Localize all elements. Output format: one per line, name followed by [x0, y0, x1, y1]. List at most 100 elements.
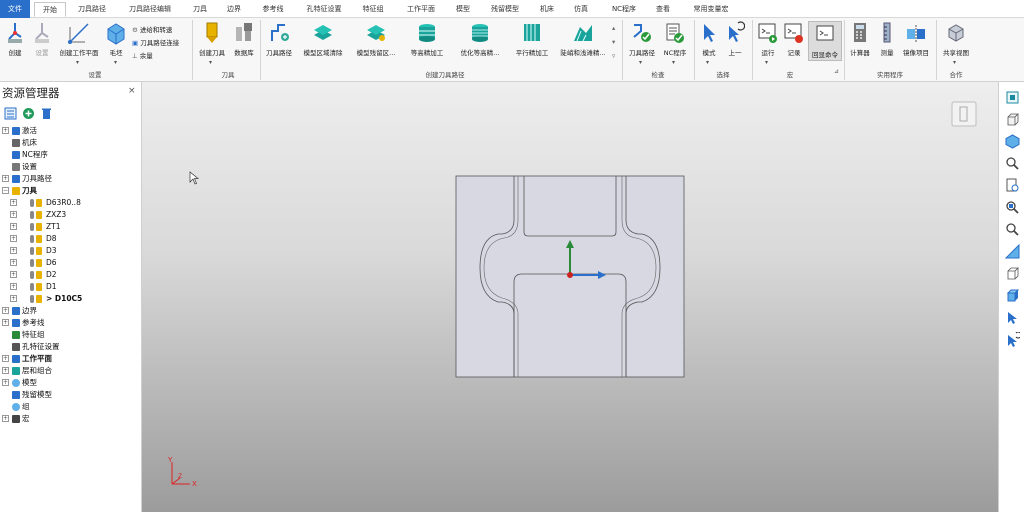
tree-expand-toggle[interactable]: + — [10, 295, 17, 302]
steep-shallow-button[interactable]: 陡峭和浅滩精... — [556, 21, 610, 57]
tree-item-tool[interactable]: + D6 — [0, 257, 138, 269]
share-view-button[interactable]: 共享视图 — [940, 21, 972, 57]
tab-toolpath-edit[interactable]: 刀具路径编辑 — [122, 2, 178, 17]
tree-expand-toggle[interactable]: − — [2, 187, 9, 194]
raster-finishing-button[interactable]: 平行精加工 — [510, 21, 554, 57]
graphics-viewport[interactable]: Y X Z — [142, 82, 998, 512]
check-toolpath-dropdown[interactable]: ▾ — [639, 59, 642, 66]
tree-expand-toggle[interactable]: + — [10, 283, 17, 290]
tab-reference-lines[interactable]: 参考线 — [256, 2, 290, 17]
check-nc-program-button[interactable]: NC程序 — [660, 21, 690, 57]
zoom-page-icon[interactable] — [1005, 178, 1020, 193]
tree-expand-toggle[interactable]: + — [2, 127, 9, 134]
tree-item-model[interactable]: + 模型 — [0, 377, 138, 389]
toolpath-connections-button[interactable]: ▣ 刀具路径连接 — [132, 37, 179, 47]
view-iso-shaded-icon[interactable] — [1005, 244, 1020, 259]
view-iso-icon[interactable] — [1005, 90, 1020, 105]
macro-run-dropdown[interactable]: ▾ — [765, 59, 768, 66]
tab-feature-group[interactable]: 特征组 — [356, 2, 390, 17]
tree-item-tool[interactable]: + D1 — [0, 281, 138, 293]
allowance-button[interactable]: ⊥ 余量 — [132, 50, 153, 60]
tree-expand-toggle[interactable]: + — [2, 367, 9, 374]
macro-dialog-launcher[interactable]: ⊿ — [834, 68, 839, 75]
zoom-box-icon[interactable] — [1005, 222, 1020, 237]
tab-hole-feature[interactable]: 孔特征设置 — [300, 2, 348, 17]
tree-item-pattern[interactable]: + 参考线 — [0, 317, 138, 329]
explorer-delete-icon[interactable] — [40, 107, 53, 120]
tab-machine[interactable]: 机床 — [534, 2, 560, 17]
tree-expand-toggle[interactable]: + — [2, 175, 9, 182]
select-mode-dropdown[interactable]: ▾ — [706, 59, 709, 66]
tab-tool[interactable]: 刀具 — [188, 2, 212, 17]
tab-toolpaths[interactable]: 刀具路径 — [72, 2, 112, 17]
tab-boundary[interactable]: 边界 — [222, 2, 246, 17]
tree-expand-toggle[interactable]: + — [10, 247, 17, 254]
tree-item-workplane[interactable]: + 工作平面 — [0, 353, 138, 365]
explorer-view-icon[interactable] — [4, 107, 17, 120]
tool-database-button[interactable]: 数据库 — [230, 21, 258, 57]
tab-macro-variables[interactable]: 常用变量宏 — [686, 2, 736, 17]
tree-expand-toggle[interactable]: + — [2, 379, 9, 386]
create-tool-dropdown[interactable]: ▾ — [209, 59, 212, 66]
model-rest-area-button[interactable]: 模型残留区... — [350, 21, 402, 57]
tree-item-stock[interactable]: 残留模型 — [0, 389, 138, 401]
check-nc-dropdown[interactable]: ▾ — [672, 59, 675, 66]
tree-expand-toggle[interactable]: + — [10, 199, 17, 206]
tree-item-tool[interactable]: + ZXZ3 — [0, 209, 138, 221]
tab-view[interactable]: 查看 — [650, 2, 676, 17]
settings-button[interactable]: 设置 — [30, 21, 54, 57]
tree-item-macro[interactable]: + 宏 — [0, 413, 138, 425]
macro-record-button[interactable]: 记录 — [782, 21, 806, 57]
view-cube-icon[interactable] — [951, 101, 977, 127]
tree-item-layer[interactable]: + 层和组合 — [0, 365, 138, 377]
tree-item-hole[interactable]: 孔特征设置 — [0, 341, 138, 353]
toolpath-button[interactable]: 刀具路径 — [262, 21, 296, 57]
gallery-scroll-down[interactable]: ▾ — [612, 38, 615, 46]
tree-item-nc[interactable]: NC程序 — [0, 149, 138, 161]
create-button[interactable]: 创建 — [3, 21, 27, 57]
select-cursor-icon[interactable] — [1005, 310, 1020, 325]
share-view-dropdown[interactable]: ▾ — [953, 59, 956, 66]
tree-item-toolpath[interactable]: + 刀具路径 — [0, 173, 138, 185]
tree-item-setup[interactable]: 设置 — [0, 161, 138, 173]
tree-expand-toggle[interactable]: + — [2, 355, 9, 362]
tree-item-active[interactable]: + 激活 — [0, 125, 138, 137]
blank-dropdown[interactable]: ▾ — [114, 59, 117, 66]
view-shaded-icon[interactable] — [1005, 134, 1020, 149]
gallery-scroll-up[interactable]: ▴ — [612, 24, 615, 32]
create-workplane-button[interactable]: 创建工作平面 — [56, 21, 102, 57]
select-previous-button[interactable]: 上一 — [722, 21, 748, 57]
tree-expand-toggle[interactable]: + — [2, 415, 9, 422]
blank-button[interactable]: 毛坯 — [104, 21, 128, 57]
create-workplane-dropdown[interactable]: ▾ — [76, 59, 79, 66]
zoom-extents-icon[interactable] — [1005, 200, 1020, 215]
tab-nc-program[interactable]: NC程序 — [604, 2, 644, 17]
tree-item-tool[interactable]: + D2 — [0, 269, 138, 281]
tab-stock-model[interactable]: 残留模型 — [484, 2, 526, 17]
select-previous-cursor-icon[interactable] — [1005, 332, 1020, 347]
optimized-constant-z-button[interactable]: 优化等高精... — [452, 21, 508, 57]
measure-button[interactable]: 测量 — [876, 21, 898, 57]
tab-simulation[interactable]: 仿真 — [568, 2, 594, 17]
feeds-speeds-button[interactable]: ⚙ 进给和转速 — [132, 24, 172, 34]
tree-item-tool[interactable]: + D3 — [0, 245, 138, 257]
tree-item-tool[interactable]: + D8 — [0, 233, 138, 245]
explorer-add-icon[interactable] — [22, 107, 35, 120]
tab-home[interactable]: 开始 — [34, 2, 66, 17]
gallery-expand[interactable]: ▿ — [612, 52, 615, 60]
tree-item-tool[interactable]: + ZT1 — [0, 221, 138, 233]
tree-expand-toggle[interactable]: + — [10, 271, 17, 278]
tree-item-feature[interactable]: 特征组 — [0, 329, 138, 341]
view-cube-wire-icon[interactable] — [1005, 112, 1020, 127]
select-mode-button[interactable]: 模式 — [698, 21, 720, 57]
tree-item-tool[interactable]: + D63R0..8 — [0, 197, 138, 209]
check-toolpath-button[interactable]: 刀具路径 — [626, 21, 658, 57]
tree-item-tool[interactable]: + > D10C5 — [0, 293, 138, 305]
calculator-button[interactable]: 计算器 — [846, 21, 874, 57]
echo-commands-button[interactable]: 回显命令 — [808, 21, 842, 61]
tree-expand-toggle[interactable]: + — [10, 223, 17, 230]
tab-model[interactable]: 模型 — [450, 2, 476, 17]
model-area-clear-button[interactable]: 模型区域清除 — [298, 21, 348, 57]
tab-workplane[interactable]: 工作平面 — [400, 2, 442, 17]
view-solid-icon[interactable] — [1005, 288, 1020, 303]
